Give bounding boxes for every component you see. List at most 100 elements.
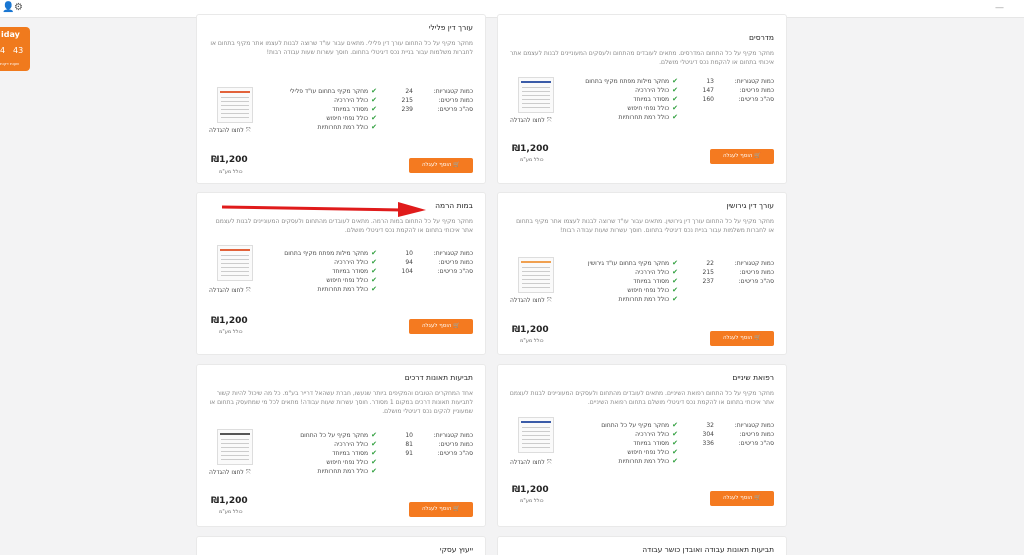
product-thumbnail[interactable] [518,257,554,293]
feature-text: כולל נפחי חיפוש [326,277,369,284]
countdown-widget[interactable]: iday 4 43 שעות דקות [0,27,30,71]
feature-text: מסודר במיוחד [633,96,670,103]
feature-text: כולל רמת תחרותיות [317,124,369,131]
check-icon: ✔ [371,458,377,466]
price: ₪1,200 [512,485,549,495]
stat-value: 215 [702,269,714,276]
price-note: כולל מע"מ [520,498,544,504]
card-title: תביעות תאונות דרכים [404,373,473,382]
minimize-icon[interactable]: — [995,3,1004,13]
zoom-link[interactable]: ⤧ לחצו להגדלה [510,117,552,125]
stat-label: כמות פריטים: [438,441,473,448]
product-card: רפואת שיניים מחקר מקיף על כל התחום רפואת… [497,364,787,527]
stat-value: 81 [405,441,413,448]
check-icon: ✔ [371,467,377,475]
zoom-link[interactable]: ⤧ לחצו להגדלה [510,297,552,305]
card-stats: כמות קטגוריות: 10 כמות פריטים: 81 סה"כ פרי… [383,431,473,458]
check-icon: ✔ [371,431,377,439]
add-to-cart-button[interactable]: 🛒 הוסף לעגלה [710,491,774,506]
zoom-label: לחצו להגדלה [209,287,244,294]
zoom-label: לחצו להגדלה [510,117,545,124]
feature-text: כולל נפחי חיפוש [326,459,369,466]
price-note: כולל מע"מ [219,169,243,175]
card-title: רפואת שיניים [732,373,774,382]
check-icon: ✔ [672,95,678,103]
stat-value: 22 [706,260,714,267]
feature-text: כולל היררכיה [334,259,369,266]
product-card: תביעות תאונות דרכים אחד המחקרים הטובים ו… [196,364,486,527]
card-title: תביעות תאונות עבודה ואובדן כושר עבודה [642,545,774,554]
card-features: ✔מחקר מקיף בתחום עו"ד גירושין ✔כולל הירר… [568,259,678,304]
stat-label: כמות קטגוריות: [433,88,473,95]
check-icon: ✔ [672,86,678,94]
product-card: עורך דין גירושין מחקר מקיף על כל התחום ע… [497,192,787,355]
countdown-day: iday [1,30,20,39]
card-title: עורך דין פלילי [428,23,473,32]
check-icon: ✔ [371,123,377,131]
feature-text: כולל נפחי חיפוש [627,449,670,456]
price-note: כולל מע"מ [219,509,243,515]
feature-text: מסודר במיוחד [332,450,369,457]
card-description: אחד המחקרים הטובים והמקיפים ביותר שנעשו,… [209,390,473,415]
zoom-link[interactable]: ⤧ לחצו להגדלה [209,469,251,477]
feature-text: מסודר במיוחד [633,440,670,447]
stat-value: 13 [706,78,714,85]
stat-label: סה"כ פריטים: [738,96,774,103]
expand-icon: ⤧ [544,459,552,466]
stat-label: כמות קטגוריות: [433,250,473,257]
feature-text: כולל היררכיה [635,87,670,94]
card-features: ✔מחקר מקיף על כל התחום ✔כולל היררכיה ✔מס… [267,431,377,476]
stat-label: כמות פריטים: [739,431,774,438]
check-icon: ✔ [371,285,377,293]
feature-text: כולל נפחי חיפוש [627,105,670,112]
check-icon: ✔ [672,421,678,429]
check-icon: ✔ [371,267,377,275]
product-thumbnail[interactable] [217,429,253,465]
add-to-cart-button[interactable]: 🛒 הוסף לעגלה [710,331,774,346]
stat-label: כמות פריטים: [438,97,473,104]
feature-text: מסודר במיוחד [633,278,670,285]
price: ₪1,200 [512,325,549,335]
stat-value: 91 [405,450,413,457]
countdown-minutes: 43 [13,46,24,55]
price-note: כולל מע"מ [520,157,544,163]
stat-value: 10 [405,432,413,439]
expand-icon: ⤧ [243,287,251,294]
product-thumbnail[interactable] [518,77,554,113]
gear-icon[interactable]: ⚙ [14,2,23,14]
zoom-label: לחצו להגדלה [209,127,244,134]
product-thumbnail[interactable] [518,417,554,453]
card-title: מדרסים [749,33,774,42]
stat-value: 160 [702,96,714,103]
card-stats: כמות קטגוריות: 13 כמות פריטים: 147 סה"כ פר… [684,77,774,104]
add-to-cart-button[interactable]: 🛒 הוסף לעגלה [409,158,473,173]
zoom-link[interactable]: ⤧ לחצו להגדלה [209,287,251,295]
feature-text: כולל רמת תחרותיות [618,114,670,121]
price: ₪1,200 [211,316,248,326]
stat-label: כמות קטגוריות: [433,432,473,439]
product-thumbnail[interactable] [217,87,253,123]
add-to-cart-button[interactable]: 🛒 הוסף לעגלה [409,502,473,517]
product-thumbnail[interactable] [217,245,253,281]
zoom-link[interactable]: ⤧ לחצו להגדלה [510,459,552,467]
stat-value: 304 [702,431,714,438]
check-icon: ✔ [371,105,377,113]
stat-label: כמות קטגוריות: [734,422,774,429]
add-to-cart-button[interactable]: 🛒 הוסף לעגלה [409,319,473,334]
zoom-label: לחצו להגדלה [510,297,545,304]
zoom-link[interactable]: ⤧ לחצו להגדלה [209,127,251,135]
check-icon: ✔ [672,286,678,294]
card-features: ✔מחקר מילות מפתח מקיף בתחום ✔כולל היררכי… [267,249,377,294]
countdown-hours: 4 [0,46,6,55]
feature-text: מסודר במיוחד [332,268,369,275]
user-icon[interactable]: 👤 [2,2,14,14]
card-features: ✔מחקר מקיף על כל התחום ✔כולל היררכיה ✔מס… [568,421,678,466]
feature-text: כולל רמת תחרותיות [618,458,670,465]
stat-value: 215 [401,97,413,104]
card-title: במות הרמה [435,201,473,210]
add-to-cart-button[interactable]: 🛒 הוסף לעגלה [710,149,774,164]
check-icon: ✔ [371,249,377,257]
price: ₪1,200 [512,144,549,154]
stat-label: סה"כ פריטים: [738,440,774,447]
card-description: מחקר מקיף על כל התחום המדרסים. מתאים לעו… [509,50,774,66]
